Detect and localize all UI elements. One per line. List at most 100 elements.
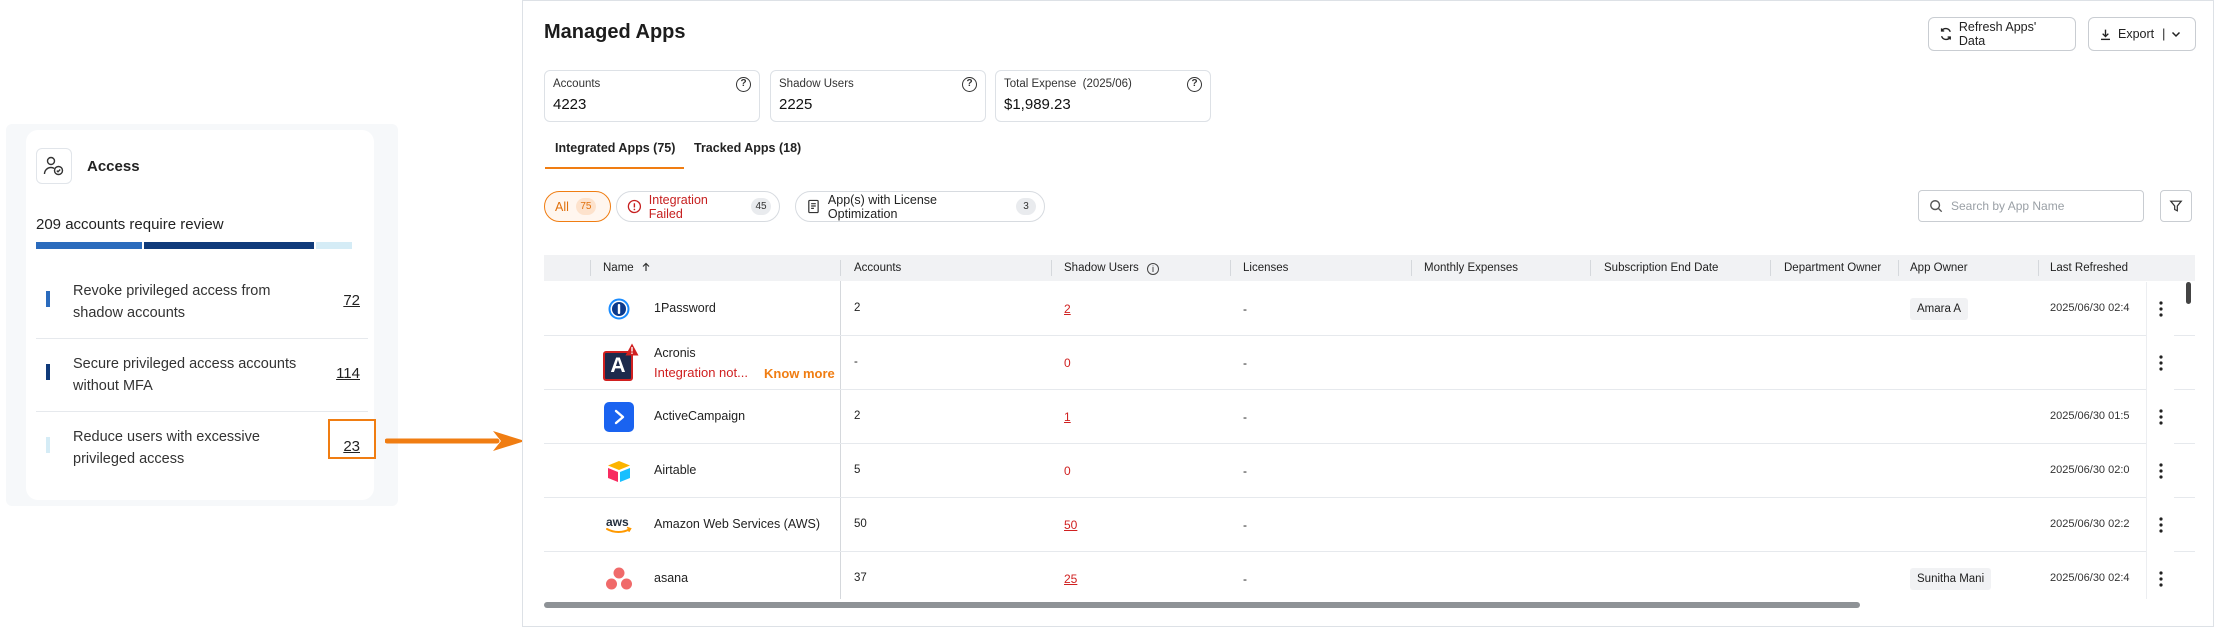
app-name[interactable]: Amazon Web Services (AWS) bbox=[654, 517, 820, 531]
divider-glyph: | bbox=[2162, 27, 2166, 41]
access-item-label: Revoke privileged access from shadow acc… bbox=[73, 283, 271, 321]
last-refreshed-cell: 2025/06/30 02:2 bbox=[2050, 518, 2130, 530]
refresh-apps-button[interactable]: Refresh Apps' Data bbox=[1928, 17, 2076, 51]
column-header-last-refreshed[interactable]: Last Refreshed bbox=[2050, 255, 2128, 281]
licenses-cell: - bbox=[1243, 356, 1247, 370]
column-header-licenses[interactable]: Licenses bbox=[1243, 255, 1288, 281]
help-icon[interactable]: ? bbox=[1187, 77, 1202, 92]
help-icon[interactable]: ? bbox=[736, 77, 751, 92]
license-doc-icon bbox=[808, 199, 819, 214]
svg-text:aws: aws bbox=[606, 515, 629, 529]
shadow-users-link: 0 bbox=[1064, 356, 1071, 370]
app-owner-tag: Sunitha Mani bbox=[1910, 568, 1992, 590]
column-separator bbox=[840, 260, 841, 276]
filter-button[interactable] bbox=[2160, 190, 2192, 222]
user-check-icon bbox=[36, 148, 72, 184]
stat-card-total-expense: Total Expense (2025/06) $1,989.23 ? bbox=[995, 70, 1211, 122]
app-owner-tag: Amara A bbox=[1910, 298, 1969, 320]
horizontal-scrollbar[interactable] bbox=[544, 602, 1860, 608]
table-row[interactable]: ActiveCampaign 2 1 - 2025/06/30 01:5 bbox=[544, 390, 2195, 444]
access-item-count-link[interactable]: 114 bbox=[336, 365, 360, 382]
access-item-label: Reduce users with excessive privileged a… bbox=[73, 429, 260, 467]
refresh-icon bbox=[1940, 27, 1951, 41]
asana-icon bbox=[603, 563, 635, 595]
accounts-cell: - bbox=[854, 356, 858, 368]
help-icon[interactable]: ? bbox=[962, 77, 977, 92]
access-item-revoke-shadow: Revoke privileged access from shadow acc… bbox=[36, 267, 368, 339]
app-name[interactable]: Acronis bbox=[654, 346, 696, 360]
export-label: Export bbox=[2118, 27, 2155, 41]
licenses-cell: - bbox=[1243, 410, 1247, 424]
progress-segment bbox=[315, 242, 353, 249]
callout-arrow-icon bbox=[385, 431, 525, 451]
filter-chip-license-optimization[interactable]: App(s) with License Optimization 3 bbox=[795, 191, 1045, 222]
chevron-down-icon bbox=[2172, 31, 2181, 38]
managed-apps-panel: Managed Apps Refresh Apps' Data Export |… bbox=[522, 0, 2214, 627]
column-header-monthly-expenses[interactable]: Monthly Expenses bbox=[1424, 255, 1518, 281]
row-actions-kebab-icon[interactable] bbox=[2146, 552, 2174, 599]
column-header-subscription-end[interactable]: Subscription End Date bbox=[1604, 255, 1718, 281]
column-separator bbox=[1411, 260, 1412, 276]
accounts-cell: 50 bbox=[854, 518, 867, 530]
airtable-icon bbox=[603, 455, 635, 487]
row-actions-kebab-icon[interactable] bbox=[2146, 498, 2174, 552]
tab-tracked-apps[interactable]: Tracked Apps (18) bbox=[694, 141, 801, 155]
stat-value: 2225 bbox=[779, 96, 813, 113]
aws-icon: aws bbox=[603, 509, 635, 541]
licenses-cell: - bbox=[1243, 572, 1247, 586]
column-header-accounts[interactable]: Accounts bbox=[854, 255, 901, 281]
app-name[interactable]: ActiveCampaign bbox=[654, 409, 745, 423]
stat-label: Total Expense (2025/06) bbox=[1004, 78, 1132, 90]
tab-integrated-apps[interactable]: Integrated Apps (75) bbox=[555, 141, 675, 155]
highlight-box bbox=[328, 419, 376, 459]
table-row[interactable]: Airtable 5 0 - 2025/06/30 02:0 bbox=[544, 444, 2195, 498]
search-input[interactable] bbox=[1951, 199, 2131, 213]
column-header-department-owner[interactable]: Department Owner bbox=[1784, 255, 1881, 281]
column-separator bbox=[2038, 260, 2039, 276]
activecampaign-icon bbox=[603, 401, 635, 433]
app-name[interactable]: 1Password bbox=[654, 301, 716, 315]
column-header-label: Shadow Users bbox=[1064, 262, 1139, 274]
row-actions-kebab-icon[interactable] bbox=[2146, 390, 2174, 444]
licenses-cell: - bbox=[1243, 464, 1247, 478]
filter-chip-all[interactable]: All 75 bbox=[544, 191, 611, 222]
access-title: Access bbox=[87, 158, 140, 175]
app-name[interactable]: asana bbox=[654, 571, 688, 585]
table-row[interactable]: asana 37 25 - Sunitha Mani 2025/06/30 02:4 bbox=[544, 552, 2195, 599]
access-item-count-link[interactable]: 72 bbox=[343, 292, 360, 309]
integration-status: Integration not... bbox=[654, 365, 748, 380]
search-box bbox=[1918, 190, 2144, 222]
progress-segment bbox=[36, 242, 143, 249]
chip-label: Integration Failed bbox=[648, 192, 708, 221]
app-name[interactable]: Airtable bbox=[654, 463, 696, 477]
vertical-scrollbar[interactable] bbox=[2186, 282, 2191, 304]
access-item-color-bar bbox=[46, 364, 50, 380]
licenses-cell: - bbox=[1243, 302, 1247, 316]
column-header-app-owner[interactable]: App Owner bbox=[1910, 255, 1968, 281]
1password-icon bbox=[603, 293, 635, 325]
row-actions-kebab-icon[interactable] bbox=[2146, 282, 2174, 336]
stat-card-accounts: Accounts 4223 ? bbox=[544, 70, 760, 122]
shadow-users-link[interactable]: 2 bbox=[1064, 302, 1071, 316]
info-icon[interactable]: i bbox=[1147, 263, 1159, 275]
table-row[interactable]: aws Amazon Web Services (AWS) 50 50 - 2025/06… bbox=[544, 498, 2195, 552]
last-refreshed-cell: 2025/06/30 02:0 bbox=[2050, 464, 2130, 476]
shadow-users-link: 0 bbox=[1064, 464, 1071, 478]
access-item-label: Secure privileged access accounts withou… bbox=[73, 356, 297, 394]
table-row[interactable]: A Acronis Integration not... Know more - 0 - bbox=[544, 336, 2195, 390]
shadow-users-link[interactable]: 25 bbox=[1064, 572, 1077, 586]
access-item-color-bar bbox=[46, 437, 50, 453]
row-actions-kebab-icon[interactable] bbox=[2146, 336, 2174, 390]
export-button[interactable]: Export | bbox=[2088, 17, 2196, 51]
chip-count: 75 bbox=[575, 198, 596, 215]
know-more-link[interactable]: Know more bbox=[764, 366, 835, 381]
progress-segment bbox=[144, 242, 314, 249]
filter-chip-integration-failed[interactable]: Integration Failed 45 bbox=[616, 191, 780, 222]
row-actions-kebab-icon[interactable] bbox=[2146, 444, 2174, 498]
table-row[interactable]: 1Password 2 2 - Amara A 2025/06/30 02:4 bbox=[544, 282, 2195, 336]
shadow-users-link[interactable]: 1 bbox=[1064, 410, 1071, 424]
shadow-users-link[interactable]: 50 bbox=[1064, 518, 1077, 532]
accounts-cell: 2 bbox=[854, 302, 861, 314]
column-header-shadow-users[interactable]: Shadow Users i bbox=[1064, 255, 1159, 281]
column-header-name[interactable]: Name bbox=[603, 255, 651, 281]
